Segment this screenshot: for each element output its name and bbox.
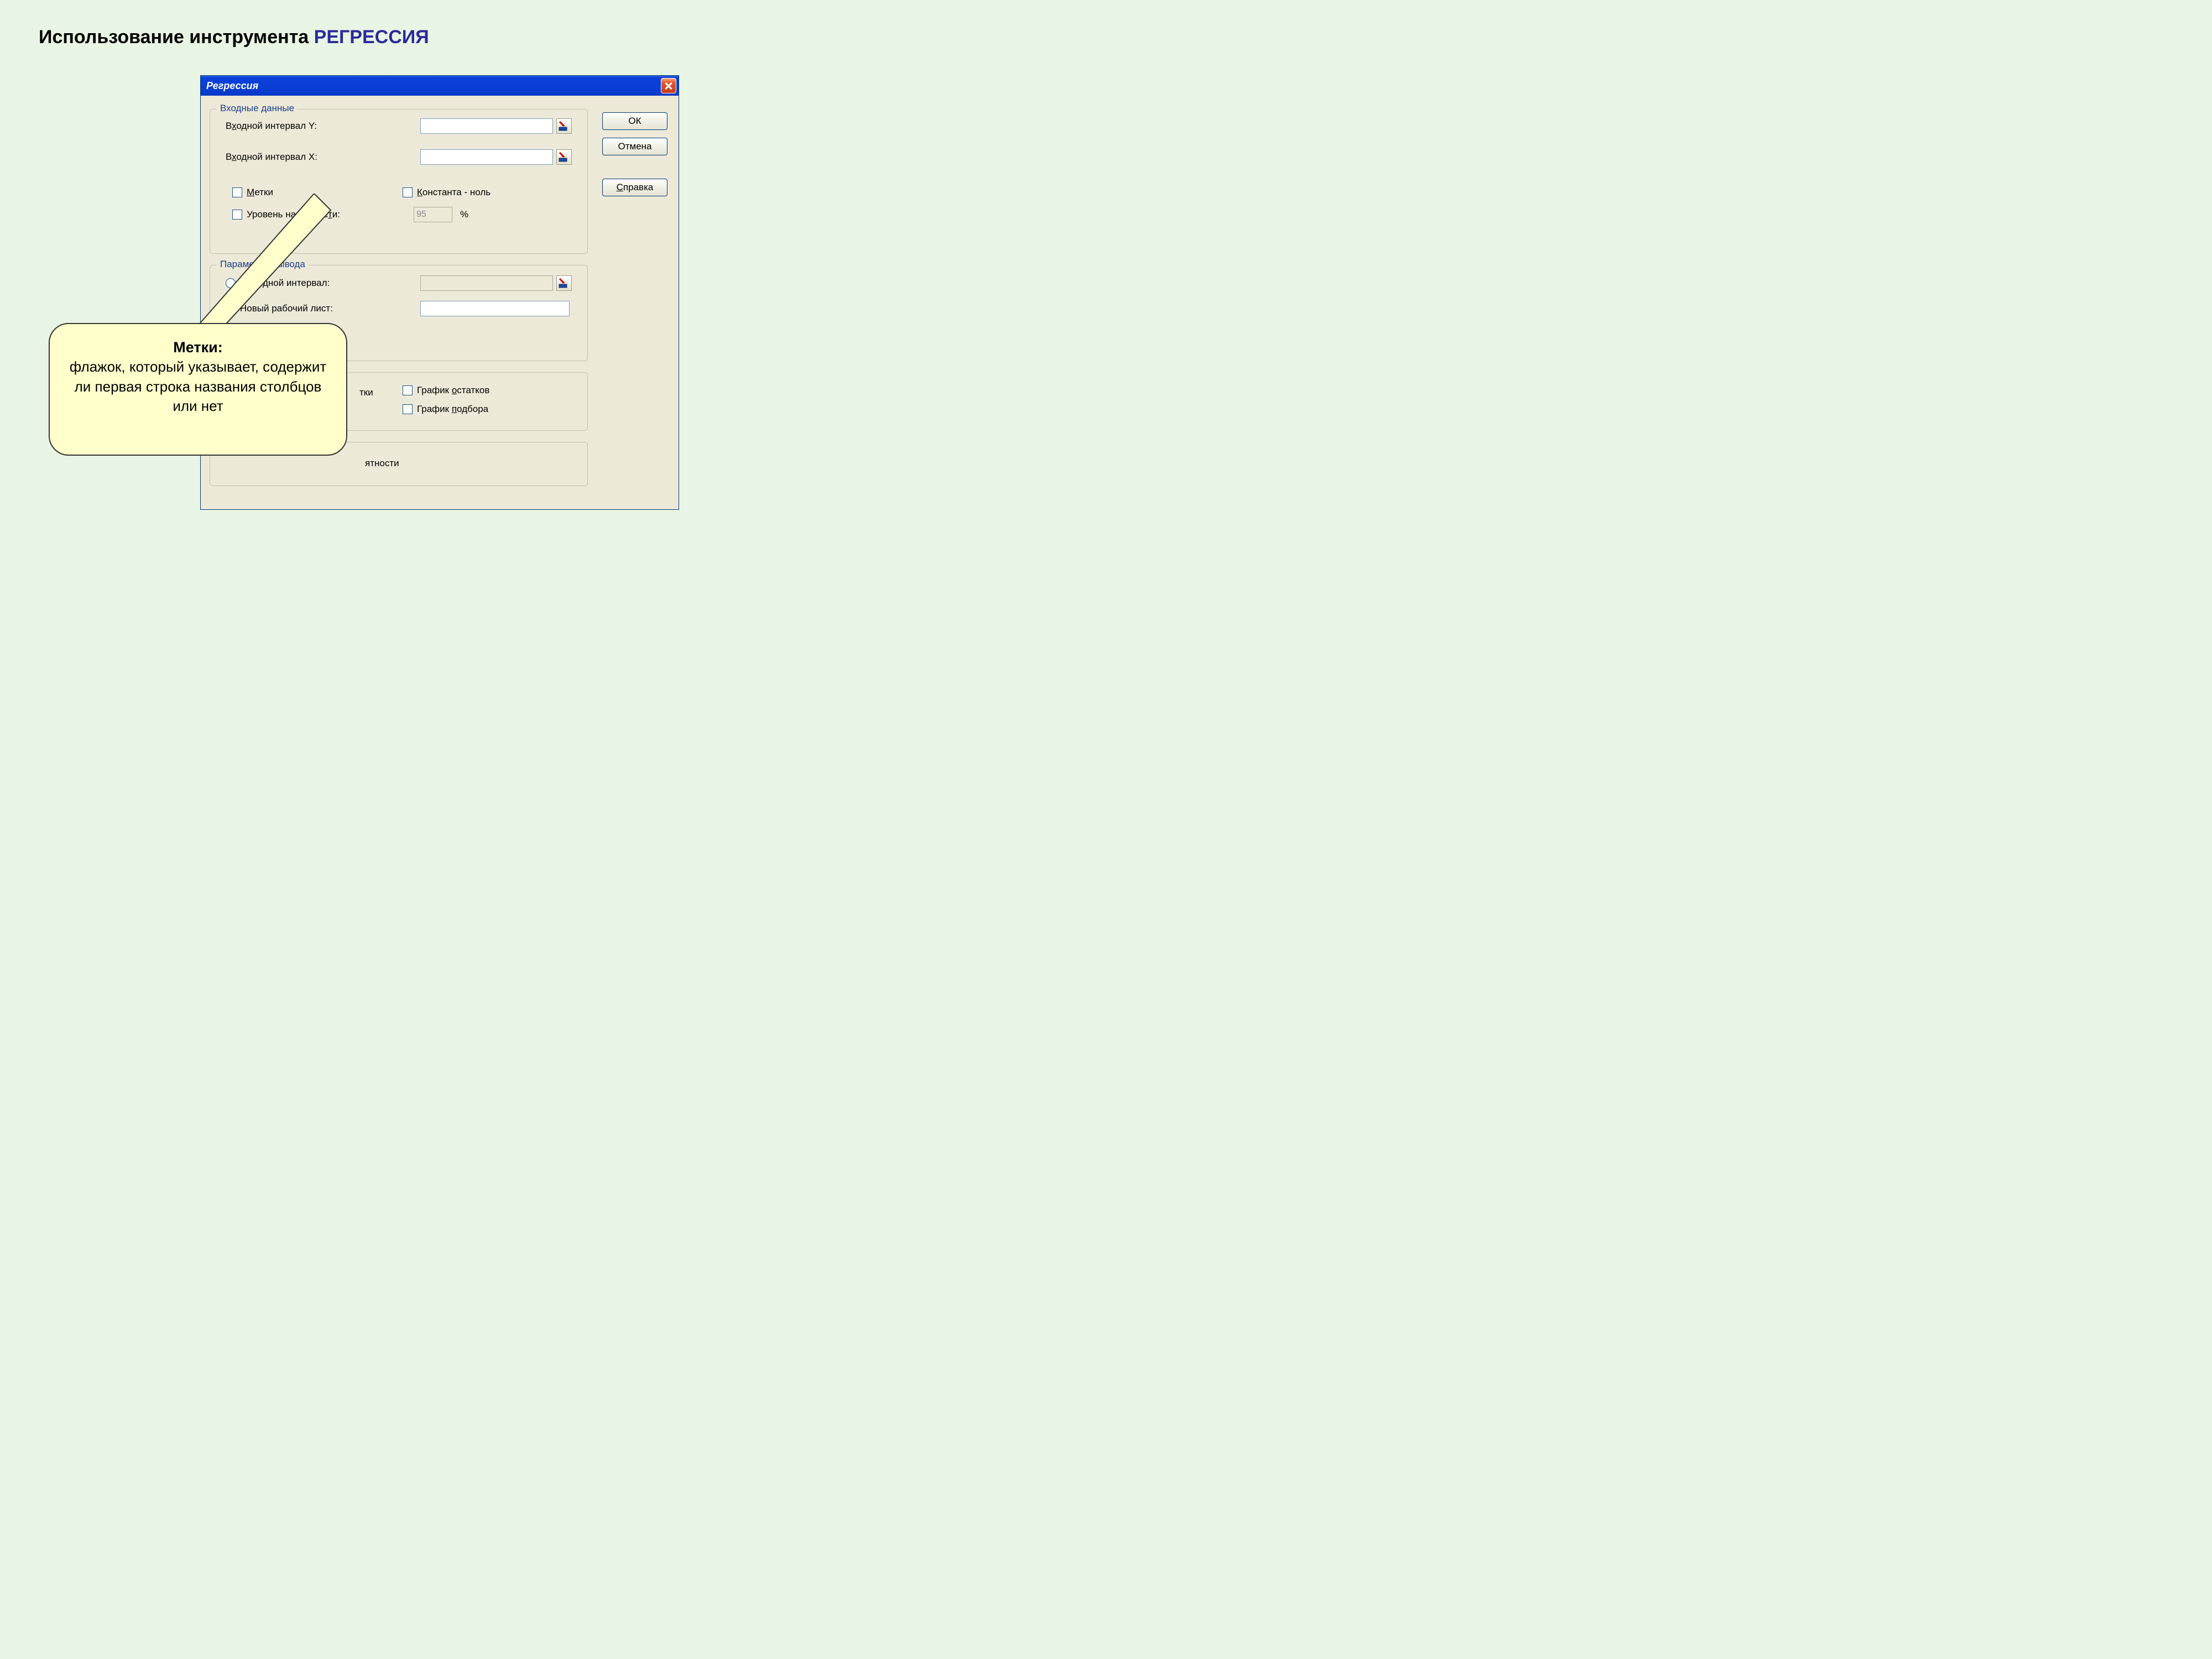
residual-chart-checkbox[interactable] — [403, 385, 413, 395]
constant-zero-checkbox[interactable] — [403, 187, 413, 197]
callout-text: флажок, который указывает, содержит ли п… — [70, 358, 327, 414]
input-x-label: Входной интервал X: — [226, 152, 317, 163]
constant-zero-label: Константа - ноль — [417, 187, 491, 198]
range-select-x-icon[interactable] — [556, 149, 572, 165]
cancel-button[interactable]: Отмена — [602, 138, 667, 155]
residuals-partial-text: тки — [359, 387, 373, 398]
slide-title-accent: РЕГРЕССИЯ — [314, 27, 429, 48]
help-button[interactable]: Справка — [602, 179, 667, 196]
callout-heading: Метки: — [173, 339, 222, 356]
confidence-label: Уровень надежности: — [247, 209, 340, 220]
fit-chart-checkbox[interactable] — [403, 404, 413, 414]
new-worksheet-label: Новый рабочий лист: — [240, 303, 333, 314]
dialog-title: Регрессия — [206, 80, 258, 92]
range-select-y-icon[interactable] — [556, 118, 572, 134]
help-button-label-rest: правка — [623, 182, 653, 192]
callout-body: Метки: флажок, который указывает, содерж… — [49, 323, 347, 456]
output-range-radio[interactable] — [226, 278, 236, 288]
ok-button[interactable]: ОК — [602, 112, 667, 130]
slide-title: Использование инструмента РЕГРЕССИЯ — [39, 27, 429, 48]
probability-partial-text: ятности — [365, 458, 399, 469]
close-icon[interactable] — [661, 78, 676, 93]
range-select-output-icon[interactable] — [556, 275, 572, 291]
confidence-percent: % — [460, 209, 468, 220]
labels-checkbox-label: Метки — [247, 187, 273, 198]
group-input-legend: Входные данные — [217, 103, 298, 114]
input-y-label: Входной интервал Y: — [226, 121, 317, 132]
group-output-legend: Параметры вывода — [217, 259, 309, 270]
residual-chart-label: График остатков — [417, 385, 489, 396]
confidence-field[interactable] — [414, 207, 452, 222]
group-input-data: Входные данные Входной интервал Y: Входн… — [210, 109, 588, 254]
new-worksheet-radio[interactable] — [226, 304, 236, 314]
input-x-field[interactable] — [420, 149, 553, 165]
slide-title-text: Использование инструмента — [39, 27, 314, 48]
input-y-field[interactable] — [420, 118, 553, 134]
confidence-checkbox[interactable] — [232, 210, 242, 220]
fit-chart-label: График подбора — [417, 404, 488, 415]
callout-balloon: Метки: флажок, который указывает, содерж… — [49, 323, 347, 456]
labels-checkbox[interactable] — [232, 187, 242, 197]
output-range-label: Выходной интервал: — [240, 278, 330, 289]
output-range-field[interactable] — [420, 275, 553, 291]
new-worksheet-field[interactable] — [420, 301, 570, 316]
dialog-titlebar[interactable]: Регрессия — [201, 76, 679, 96]
